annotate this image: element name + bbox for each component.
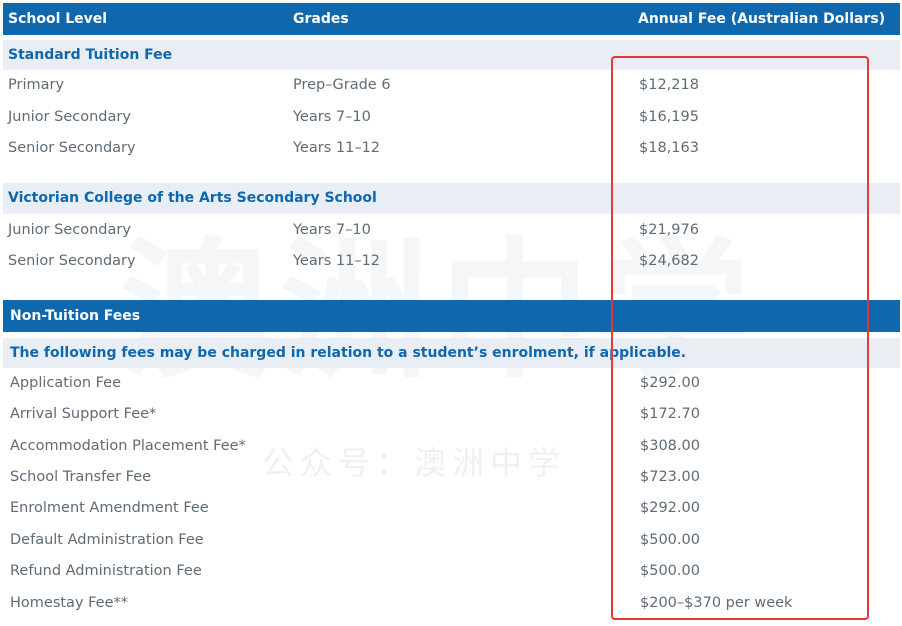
- watermark-text: 公众号：澳洲中学: [262, 444, 567, 482]
- cell-fee-label: Accommodation Placement Fee*: [10, 438, 246, 454]
- cell-fee-label: Arrival Support Fee*: [10, 406, 157, 422]
- section-note: The following fees may be charged in rel…: [10, 345, 687, 361]
- cell-level: Junior Secondary: [8, 109, 131, 125]
- cell-level: Junior Secondary: [8, 222, 131, 238]
- cell-fee-label: Refund Administration Fee: [10, 563, 202, 579]
- cell-level: Senior Secondary: [8, 253, 136, 269]
- cell-grades: Years 11–12: [293, 140, 381, 156]
- cell-fee-label: Homestay Fee**: [10, 595, 129, 611]
- cell-level: Senior Secondary: [8, 140, 136, 156]
- section-title: Standard Tuition Fee: [8, 47, 173, 63]
- cell-fee-label: Default Administration Fee: [10, 532, 204, 548]
- cell-grades: Years 11–12: [293, 253, 381, 269]
- highlight-annotation-box: [611, 56, 869, 620]
- header-grades: Grades: [293, 11, 349, 27]
- header-annual-fee: Annual Fee (Australian Dollars): [638, 11, 886, 27]
- cell-fee-label: Enrolment Amendment Fee: [10, 500, 209, 516]
- cell-grades: Prep–Grade 6: [293, 77, 391, 93]
- cell-fee-label: School Transfer Fee: [10, 469, 152, 485]
- cell-fee-label: Application Fee: [10, 375, 122, 391]
- cell-grades: Years 7–10: [293, 109, 371, 125]
- cell-grades: Years 7–10: [293, 222, 371, 238]
- header-school-level: School Level: [8, 11, 108, 27]
- section-title: Non-Tuition Fees: [10, 308, 141, 324]
- section-title: Victorian College of the Arts Secondary …: [8, 190, 377, 206]
- table-header: School Level Grades Annual Fee (Australi…: [3, 3, 900, 35]
- cell-level: Primary: [8, 77, 65, 93]
